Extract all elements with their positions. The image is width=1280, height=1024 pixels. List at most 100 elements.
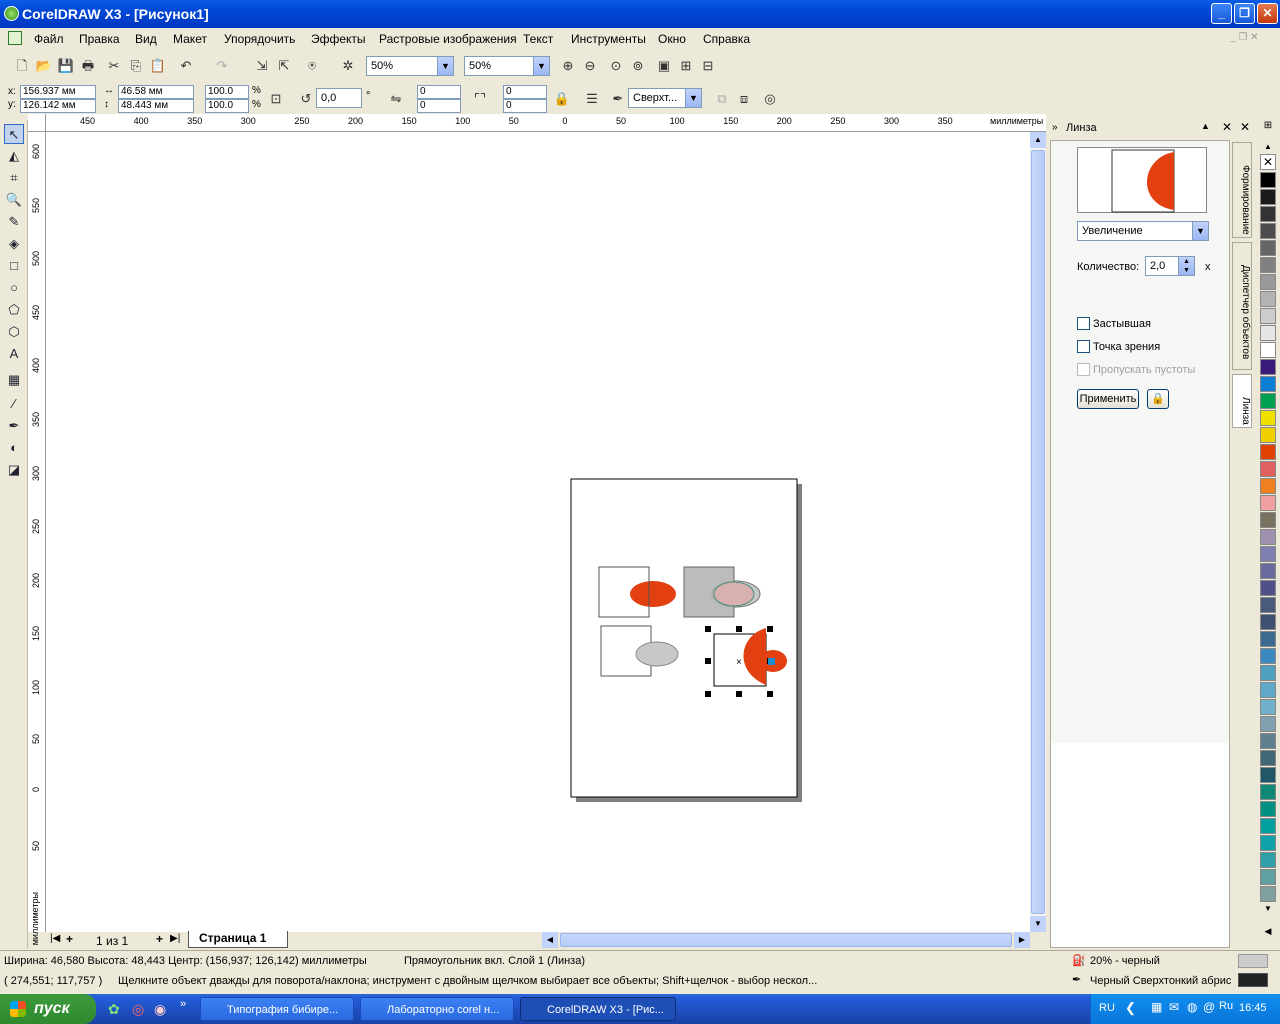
print-icon[interactable]: 🖶 — [78, 56, 98, 76]
zoom-width-icon[interactable]: ⊞ — [676, 56, 696, 76]
language-indicator[interactable]: RU — [1099, 1002, 1115, 1014]
tab-object-manager[interactable]: Диспетчер объектов — [1232, 242, 1252, 370]
color-swatch[interactable] — [1260, 597, 1276, 613]
open-icon[interactable]: 📂 — [34, 56, 54, 76]
spinner-arrows-icon[interactable]: ▲ ▼ — [1178, 257, 1194, 275]
last-page-icon[interactable]: ▶| — [170, 933, 180, 944]
task-coreldraw[interactable]: CorelDRAW X3 - [Рис... — [520, 997, 676, 1021]
color-swatch[interactable] — [1260, 427, 1276, 443]
scroll-down-arrow[interactable]: ▼ — [1030, 916, 1046, 932]
color-swatch[interactable] — [1260, 767, 1276, 783]
to-back-icon[interactable]: ⧈ — [734, 89, 754, 109]
cut-icon[interactable]: ✂ — [104, 56, 124, 76]
task-word[interactable]: Лабораторно corel н... — [360, 997, 514, 1021]
export-icon[interactable]: ⇱ — [274, 56, 294, 76]
palette-scroll-up-icon[interactable]: ▲ — [1260, 142, 1276, 152]
smart-fill-icon[interactable]: ◈ — [4, 234, 24, 254]
freehand-tool-icon[interactable]: ✎ — [4, 212, 24, 232]
amount-spinner[interactable]: 2,0 ▲ ▼ — [1145, 256, 1195, 276]
tray-icon-4[interactable]: @ — [1203, 1000, 1215, 1014]
menu-help[interactable]: Справка — [703, 32, 750, 46]
color-swatch[interactable] — [1260, 393, 1276, 409]
color-swatch[interactable] — [1260, 308, 1276, 324]
horizontal-scroll-thumb[interactable] — [560, 933, 1012, 947]
crop-tool-icon[interactable]: ⌗ — [4, 168, 24, 188]
viewpoint-checkbox[interactable] — [1077, 340, 1090, 353]
zoom-out-icon[interactable]: ⊖ — [580, 56, 600, 76]
scroll-up-arrow[interactable]: ▲ — [1030, 132, 1046, 148]
save-icon[interactable]: 💾 — [56, 56, 76, 76]
outline-pen-icon[interactable]: ✒ — [608, 89, 628, 109]
corner-tr-field[interactable]: 0 — [503, 85, 547, 99]
quicklaunch-icon-1[interactable]: ✿ — [108, 1001, 120, 1018]
new-icon[interactable]: 🗋 — [12, 56, 32, 76]
color-swatch[interactable] — [1260, 563, 1276, 579]
color-swatch[interactable] — [1260, 342, 1276, 358]
color-swatch[interactable] — [1260, 665, 1276, 681]
width-field[interactable]: 46.58 мм — [118, 85, 194, 99]
color-swatch[interactable] — [1260, 614, 1276, 630]
angle-field[interactable]: 0,0 — [316, 88, 362, 108]
convert-to-curves-icon[interactable]: ◎ — [760, 89, 780, 109]
outline-tool-icon[interactable]: ✒ — [4, 416, 24, 436]
tray-icon-2[interactable]: ✉ — [1169, 1000, 1179, 1014]
rotate-icon[interactable]: ↺ — [296, 89, 316, 109]
color-swatch[interactable] — [1260, 410, 1276, 426]
basic-shapes-icon[interactable]: ⬡ — [4, 322, 24, 342]
color-swatch[interactable] — [1260, 223, 1276, 239]
corner-br-field[interactable]: 0 — [503, 99, 547, 113]
text-tool-icon[interactable]: A — [4, 344, 24, 364]
zoom-height-icon[interactable]: ⊟ — [698, 56, 718, 76]
color-swatch[interactable] — [1260, 257, 1276, 273]
menu-edit[interactable]: Правка — [79, 32, 120, 46]
color-swatch[interactable] — [1260, 869, 1276, 885]
docker-group-close-icon[interactable]: ✕ — [1240, 120, 1250, 134]
vertical-ruler[interactable]: 600 550 500 450 400 350 300 250 200 150 100 50 0 50 м… — [28, 132, 46, 945]
zoom-tool-icon[interactable]: 🔍 — [4, 190, 24, 210]
welcome-icon[interactable]: ✲ — [338, 56, 358, 76]
fill-swatch[interactable] — [1238, 954, 1268, 968]
chevron-down-icon[interactable]: ▼ — [533, 57, 549, 75]
x-position-field[interactable]: 156.937 мм — [20, 85, 96, 99]
menu-text[interactable]: Текст — [523, 32, 553, 46]
color-swatch[interactable] — [1260, 835, 1276, 851]
eyedropper-icon[interactable]: ⁄ — [4, 394, 24, 414]
pick-tool-icon[interactable]: ↖ — [4, 124, 24, 144]
quicklaunch-icon-2[interactable]: ◎ — [132, 1001, 144, 1018]
color-swatch[interactable] — [1260, 529, 1276, 545]
wrap-text-icon[interactable]: ☰ — [582, 89, 602, 109]
copy-icon[interactable]: ⎘ — [126, 56, 146, 76]
outline-width-combo[interactable]: Сверхт... ▼ — [628, 88, 702, 108]
color-swatch[interactable] — [1260, 699, 1276, 715]
menu-window[interactable]: Окно — [658, 32, 686, 46]
zoom-combo[interactable]: 50% ▼ — [366, 56, 454, 76]
color-swatch[interactable] — [1260, 478, 1276, 494]
paste-icon[interactable]: 📋 — [148, 56, 168, 76]
document-icon[interactable] — [8, 31, 22, 45]
docker-close-icon[interactable]: ✕ — [1222, 120, 1232, 134]
corner-tl-field[interactable]: 0 — [417, 85, 461, 99]
lock-corners-icon[interactable]: 🔒 — [552, 89, 572, 109]
fill-tool-icon[interactable]: ◐ — [4, 438, 24, 458]
menu-view[interactable]: Вид — [135, 32, 157, 46]
interactive-fill-icon[interactable]: ◪ — [4, 460, 24, 480]
color-swatch[interactable] — [1260, 716, 1276, 732]
tab-shaping[interactable]: Формирование — [1232, 142, 1252, 238]
height-field[interactable]: 48.443 мм — [118, 99, 194, 113]
lock-ratio-icon[interactable]: ⊡ — [266, 89, 286, 109]
color-swatch[interactable] — [1260, 818, 1276, 834]
color-swatch[interactable] — [1260, 291, 1276, 307]
lens-type-combo[interactable]: Увеличение ▼ — [1077, 221, 1209, 241]
corner-round-icon[interactable]: ⌜⌝ — [470, 89, 490, 109]
zoom-selected-icon[interactable]: ⊙ — [606, 56, 626, 76]
rectangle-tool-icon[interactable]: □ — [4, 256, 24, 276]
color-swatch[interactable] — [1260, 172, 1276, 188]
y-position-field[interactable]: 126.142 мм — [20, 99, 96, 113]
scroll-right-arrow[interactable]: ▶ — [1014, 932, 1030, 948]
maximize-button[interactable]: ❐ — [1234, 3, 1255, 24]
outline-swatch[interactable] — [1238, 973, 1268, 987]
menu-effects[interactable]: Эффекты — [311, 32, 366, 46]
to-front-icon[interactable]: ⧉ — [712, 89, 732, 109]
color-swatch[interactable] — [1260, 274, 1276, 290]
add-page-before-icon[interactable]: + — [66, 932, 73, 946]
